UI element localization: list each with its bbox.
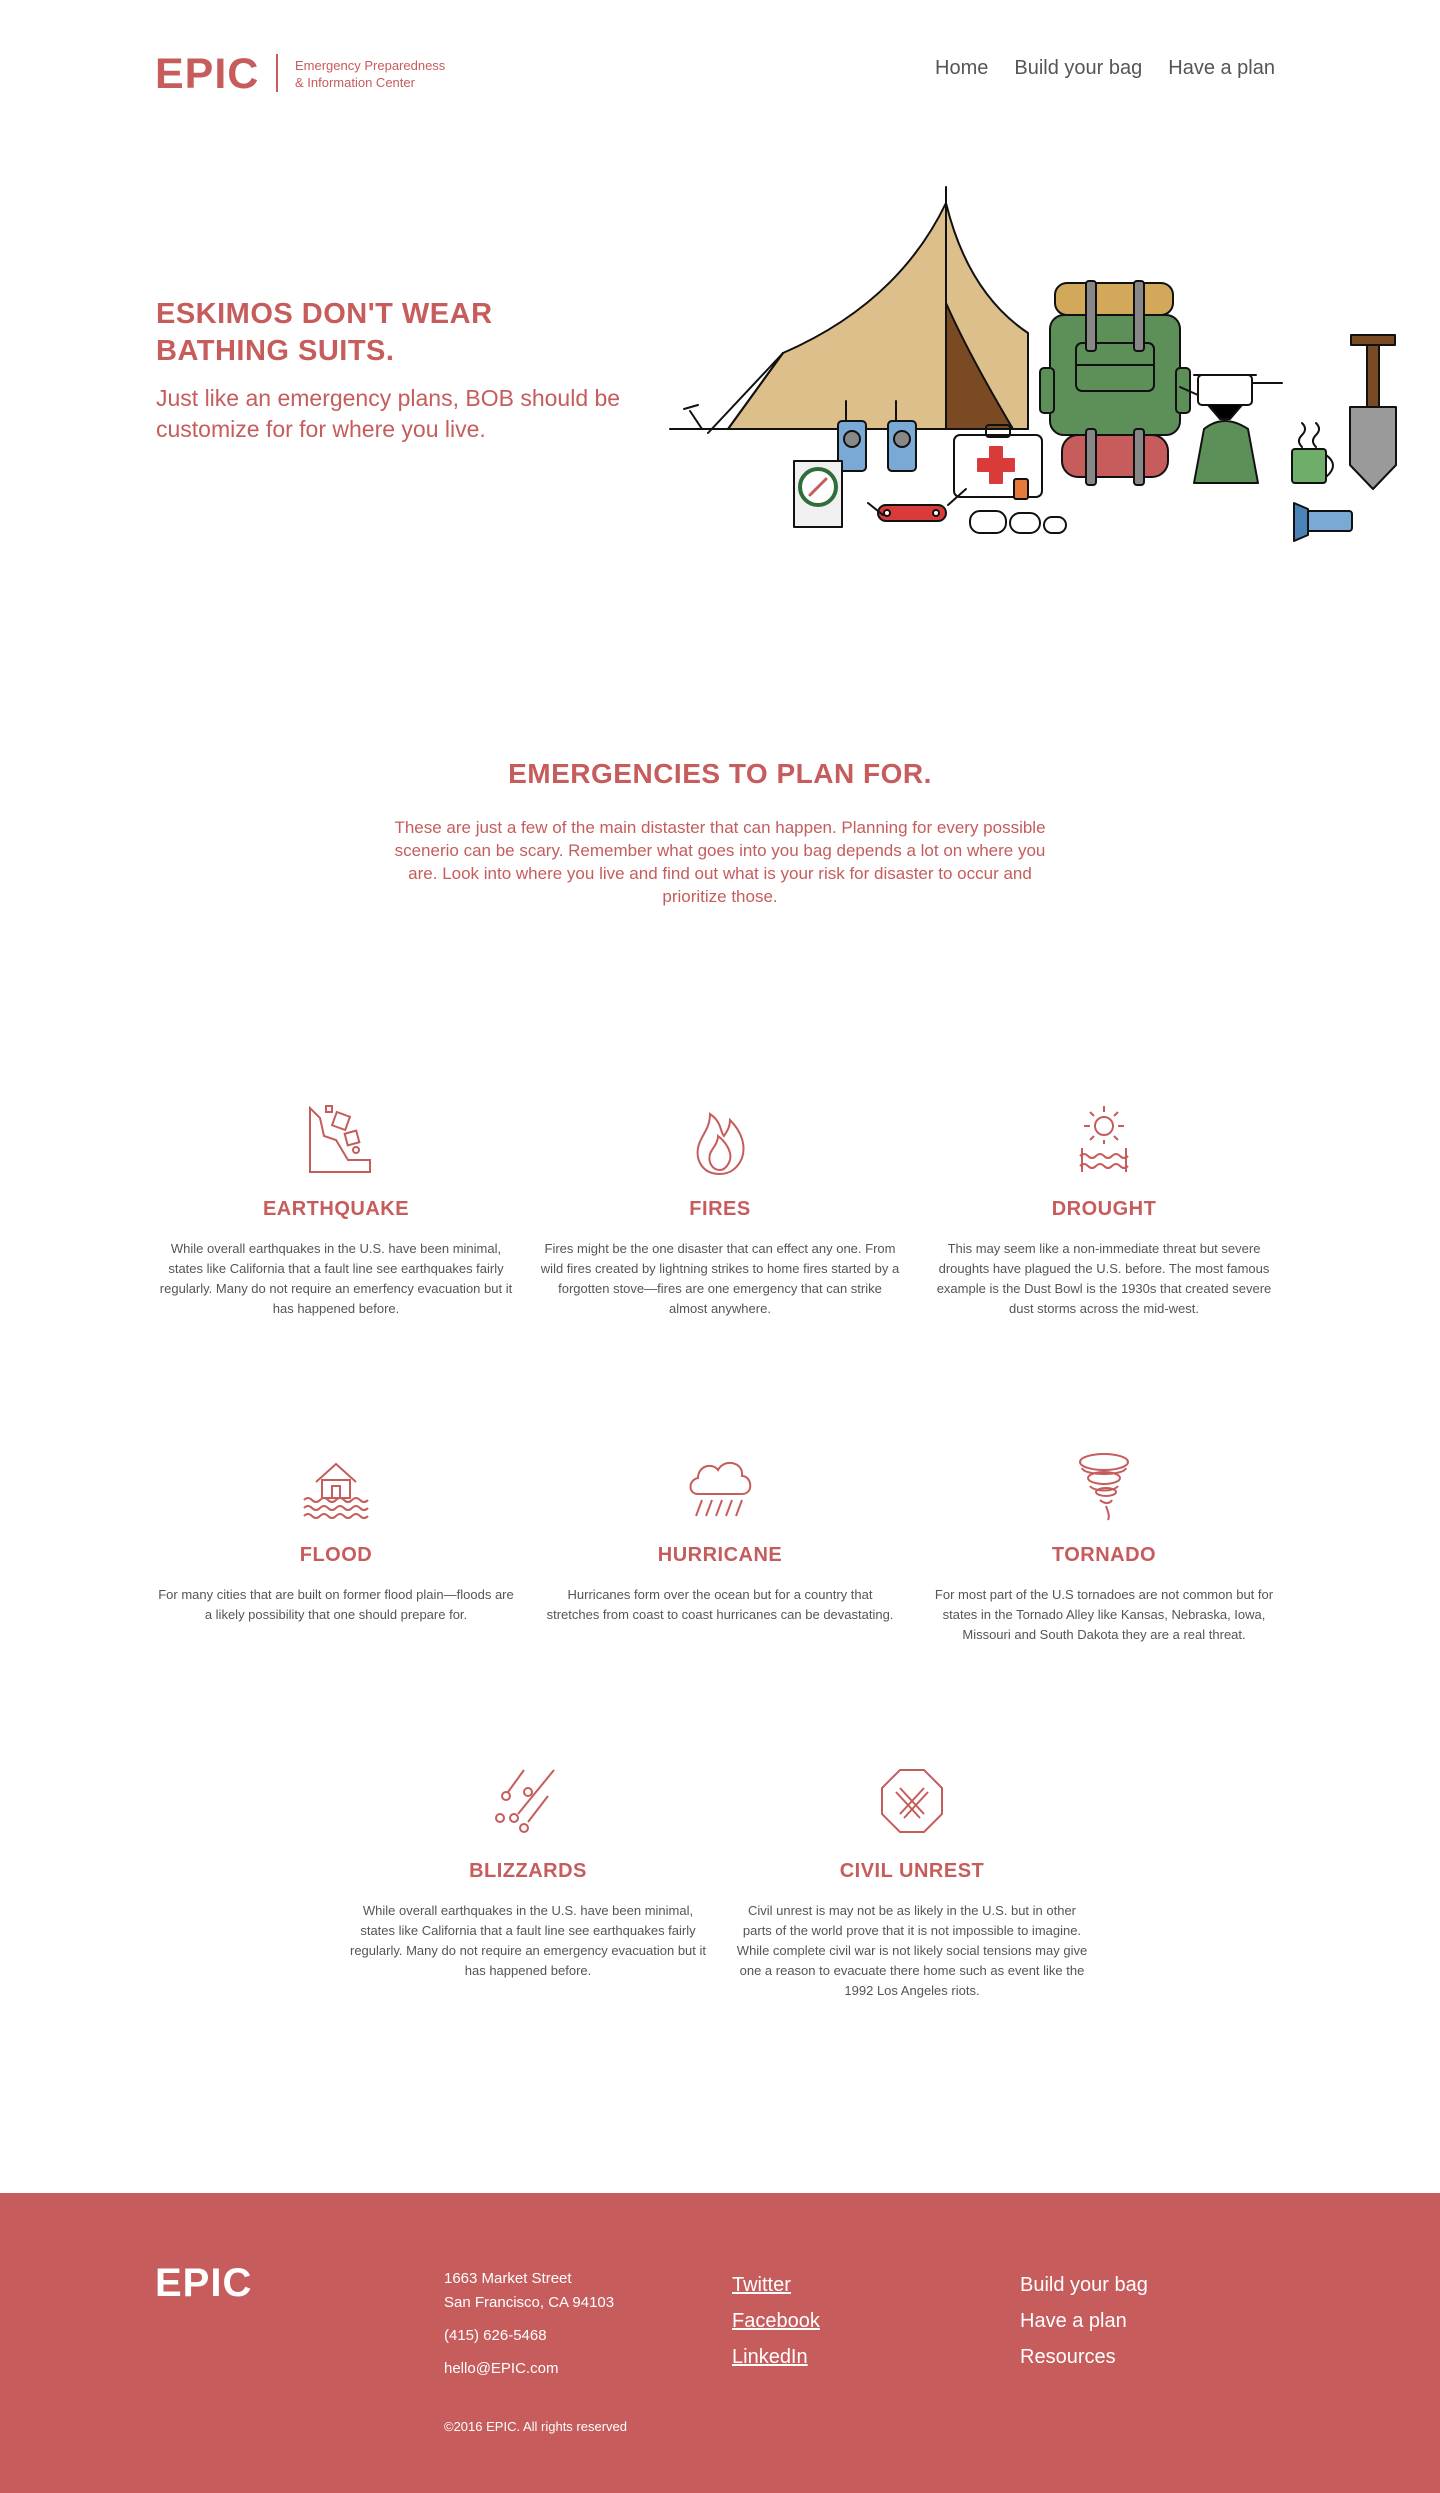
card-title: DROUGHT (1051, 1198, 1157, 1220)
linkedin-link[interactable]: LinkedIn (732, 2339, 820, 2375)
card-text: While overall earthquakes in the U.S. ha… (349, 1903, 706, 1978)
copyright: ©2016 EPIC. All rights reserved (444, 2419, 627, 2434)
address-line-2: San Francisco, CA 94103 (444, 2294, 615, 2311)
card-title: HURRICANE (657, 1544, 783, 1566)
card-flood: FLOOD For many cities that are built on … (156, 1446, 516, 1625)
tagline-line-2: & Information Center (295, 75, 415, 90)
email-address[interactable]: hello@EPIC.com (444, 2357, 614, 2381)
card-title: EARTHQUAKE (262, 1198, 410, 1220)
footer-link-have-a-plan[interactable]: Have a plan (1020, 2303, 1148, 2339)
card-text: Fires might be the one disaster that can… (540, 1241, 900, 1316)
social-links: Twitter Facebook LinkedIn (732, 2267, 820, 2375)
logo[interactable]: EPIC (155, 52, 259, 96)
card-text: For most part of the U.S tornadoes are n… (934, 1587, 1274, 1642)
main-nav: Home Build your bag Have a plan (935, 56, 1275, 80)
civil-unrest-icon (881, 1769, 943, 1833)
site-footer: EPIC 1663 Market Street San Francisco, C… (0, 2193, 1440, 2493)
card-text: For many cities that are built on former… (158, 1587, 514, 1622)
card-title: BLIZZARDS (469, 1860, 587, 1882)
logo-divider (276, 54, 278, 92)
footer-link-resources[interactable]: Resources (1020, 2339, 1148, 2375)
card-drought: DROUGHT This may seem like a non-immedia… (924, 1100, 1284, 1319)
card-fires: FIRES Fires might be the one disaster th… (540, 1100, 900, 1319)
facebook-link[interactable]: Facebook (732, 2303, 820, 2339)
nav-home[interactable]: Home (935, 56, 988, 80)
logo-tagline: Emergency Preparedness & Information Cen… (295, 57, 445, 91)
card-civil-unrest: CIVIL UNREST Civil unrest is may not be … (732, 1762, 1092, 2001)
tornado-icon (1079, 1453, 1129, 1521)
card-earthquake: EARTHQUAKE While overall earthquakes in … (156, 1100, 516, 1319)
footer-link-build-your-bag[interactable]: Build your bag (1020, 2267, 1148, 2303)
card-tornado: TORNADO For most part of the U.S tornado… (924, 1446, 1284, 1645)
nav-build-your-bag[interactable]: Build your bag (1014, 56, 1142, 80)
drought-icon (1079, 1106, 1129, 1172)
card-text: Civil unrest is may not be as likely in … (736, 1903, 1088, 1998)
nav-have-a-plan[interactable]: Have a plan (1168, 56, 1275, 80)
twitter-link[interactable]: Twitter (732, 2267, 820, 2303)
footer-logo[interactable]: EPIC (155, 2261, 252, 2306)
camping-gear-illustration (669, 186, 1397, 542)
section-title: EMERGENCIES TO PLAN FOR. (508, 758, 932, 789)
card-text: Hurricanes form over the ocean but for a… (546, 1587, 894, 1622)
flood-icon (303, 1462, 369, 1519)
card-title: FLOOD (299, 1544, 373, 1566)
card-blizzards: BLIZZARDS While overall earthquakes in t… (348, 1762, 708, 1981)
earthquake-icon (309, 1105, 371, 1173)
tagline-line-1: Emergency Preparedness (295, 58, 446, 73)
card-title: FIRES (689, 1198, 751, 1220)
card-title: CIVIL UNREST (839, 1860, 985, 1882)
card-hurricane: HURRICANE Hurricanes form over the ocean… (540, 1446, 900, 1625)
site-header: EPIC Emergency Preparedness & Informatio… (155, 50, 1275, 100)
hero-subtitle: Just like an emergency plans, BOB should… (156, 385, 621, 442)
card-text: This may seem like a non-immediate threa… (936, 1241, 1272, 1316)
phone-number[interactable]: (415) 626-5468 (444, 2324, 614, 2348)
blizzard-icon (495, 1769, 555, 1833)
hurricane-icon (689, 1461, 752, 1517)
card-title: TORNADO (1051, 1544, 1157, 1566)
card-text: While overall earthquakes in the U.S. ha… (159, 1241, 513, 1316)
section-intro: These are just a few of the main distast… (394, 818, 1046, 906)
address-line-1: 1663 Market Street (444, 2270, 572, 2287)
footer-contact: 1663 Market Street San Francisco, CA 941… (444, 2267, 614, 2381)
hero-title: ESKIMOS DON'T WEAR BATHING SUITS. (156, 298, 493, 367)
fire-icon (696, 1112, 745, 1176)
footer-nav: Build your bag Have a plan Resources (1020, 2267, 1148, 2375)
